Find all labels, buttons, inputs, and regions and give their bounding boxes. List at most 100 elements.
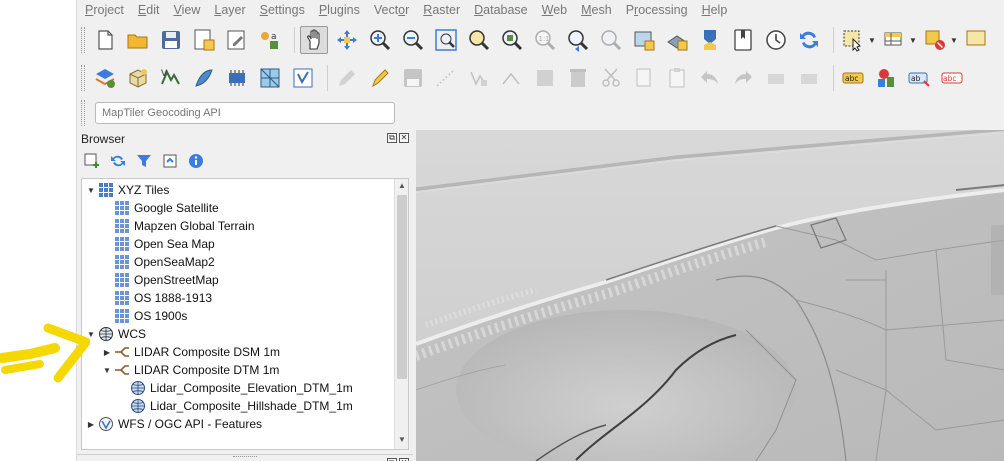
highlight-pinned-labels-icon[interactable]: abc bbox=[938, 64, 966, 92]
add-selected-layers-icon[interactable] bbox=[83, 152, 101, 170]
tree-item[interactable]: ▶ WFS / OGC API - Features bbox=[86, 415, 262, 433]
tree-item[interactable]: Lidar_Composite_Elevation_DTM_1m bbox=[118, 379, 353, 397]
zoom-native-icon[interactable]: 1:1 bbox=[531, 26, 559, 54]
new-shapefile-layer-icon[interactable]: V bbox=[157, 64, 185, 92]
new-temp-scratch-layer-icon[interactable] bbox=[289, 64, 317, 92]
float-panel-icon[interactable]: ⧉ bbox=[387, 133, 397, 143]
tree-item[interactable]: ▼ XYZ Tiles bbox=[86, 181, 169, 199]
zoom-out-icon[interactable] bbox=[399, 26, 427, 54]
menu-view[interactable]: View bbox=[173, 3, 200, 17]
refresh-icon[interactable] bbox=[109, 152, 127, 170]
data-source-manager-icon[interactable] bbox=[91, 64, 119, 92]
collapse-all-icon[interactable] bbox=[161, 152, 179, 170]
locator-search-input[interactable] bbox=[95, 102, 395, 124]
new-geopackage-layer-icon[interactable] bbox=[124, 64, 152, 92]
new-spatialite-layer-icon[interactable] bbox=[190, 64, 218, 92]
new-print-layout-icon[interactable] bbox=[190, 26, 218, 54]
menu-processing[interactable]: Processing bbox=[626, 3, 688, 17]
tree-item[interactable]: ▼ WCS bbox=[86, 325, 146, 343]
temporal-controller-icon[interactable] bbox=[696, 26, 724, 54]
toolbar-handle[interactable] bbox=[81, 27, 85, 53]
menu-web[interactable]: Web bbox=[542, 3, 567, 17]
chevron-down-icon[interactable]: ▼ bbox=[909, 36, 917, 45]
pan-map-icon[interactable] bbox=[300, 26, 328, 54]
scroll-up-icon[interactable]: ▲ bbox=[396, 181, 408, 193]
scroll-thumb[interactable] bbox=[397, 195, 407, 379]
tree-item[interactable]: Google Satellite bbox=[102, 199, 219, 217]
browser-tree[interactable]: ▲ ▼ ▼ XYZ Tiles Google Satellite Mapzen Glo… bbox=[81, 178, 409, 450]
deselect-icon[interactable] bbox=[921, 26, 949, 54]
refresh-icon[interactable] bbox=[795, 26, 823, 54]
style-manager-icon[interactable]: a bbox=[256, 26, 284, 54]
info-icon[interactable] bbox=[187, 152, 205, 170]
toolbar-handle[interactable] bbox=[81, 65, 85, 91]
scroll-down-icon[interactable]: ▼ bbox=[396, 435, 408, 447]
expanded-arrow-icon[interactable]: ▼ bbox=[102, 366, 112, 375]
layout-manager-icon[interactable] bbox=[223, 26, 251, 54]
menu-plugins[interactable]: Plugins bbox=[319, 3, 360, 17]
toggle-editing-icon[interactable] bbox=[366, 64, 394, 92]
zoom-to-layer-icon[interactable] bbox=[498, 26, 526, 54]
tree-item[interactable]: OpenStreetMap bbox=[102, 271, 219, 289]
bookmarks-icon[interactable] bbox=[729, 26, 757, 54]
layer-labeling-icon[interactable]: ab bbox=[905, 64, 933, 92]
collapsed-arrow-icon[interactable]: ▶ bbox=[102, 348, 112, 357]
paste-features-icon[interactable] bbox=[630, 64, 658, 92]
menu-database[interactable]: Database bbox=[474, 3, 528, 17]
tree-item[interactable]: OpenSeaMap2 bbox=[102, 253, 215, 271]
delete-selected-icon[interactable] bbox=[531, 64, 559, 92]
zoom-in-icon[interactable] bbox=[366, 26, 394, 54]
menu-help[interactable]: Help bbox=[702, 3, 728, 17]
collapsed-arrow-icon[interactable]: ▶ bbox=[86, 420, 96, 429]
panel-splitter[interactable]: ⧉ ✕ bbox=[77, 454, 413, 461]
save-project-icon[interactable] bbox=[157, 26, 185, 54]
tree-item[interactable]: Lidar_Composite_Hillshade_DTM_1m bbox=[118, 397, 353, 415]
rotate-icon[interactable] bbox=[762, 64, 790, 92]
copy-features-icon[interactable] bbox=[597, 64, 625, 92]
cut-features-icon[interactable] bbox=[564, 64, 592, 92]
zoom-next-icon[interactable] bbox=[597, 26, 625, 54]
tree-item[interactable]: Mapzen Global Terrain bbox=[102, 217, 255, 235]
measure-icon[interactable] bbox=[962, 26, 990, 54]
tree-scrollbar[interactable]: ▲ ▼ bbox=[394, 179, 408, 449]
new-map-view-icon[interactable] bbox=[630, 26, 658, 54]
zoom-full-icon[interactable] bbox=[432, 26, 460, 54]
simplify-icon[interactable] bbox=[795, 64, 823, 92]
menu-raster[interactable]: Raster bbox=[423, 3, 460, 17]
modify-attributes-icon[interactable] bbox=[498, 64, 526, 92]
menu-mesh[interactable]: Mesh bbox=[581, 3, 612, 17]
tree-item[interactable]: OS 1900s bbox=[102, 307, 187, 325]
new-3d-map-icon[interactable] bbox=[663, 26, 691, 54]
expanded-arrow-icon[interactable]: ▼ bbox=[86, 186, 96, 195]
open-project-icon[interactable] bbox=[124, 26, 152, 54]
tree-item[interactable]: ▼ LIDAR Composite DTM 1m bbox=[102, 361, 279, 379]
menu-layer[interactable]: Layer bbox=[214, 3, 245, 17]
chevron-down-icon[interactable]: ▼ bbox=[868, 36, 876, 45]
diagram-icon[interactable] bbox=[872, 64, 900, 92]
save-edits-icon[interactable] bbox=[399, 64, 427, 92]
menu-edit[interactable]: Edit bbox=[138, 3, 160, 17]
tree-item[interactable]: Open Sea Map bbox=[102, 235, 215, 253]
menu-vector[interactable]: Vector bbox=[374, 3, 409, 17]
show-bookmarks-icon[interactable] bbox=[762, 26, 790, 54]
label-toolbar-icon[interactable]: abc bbox=[839, 64, 867, 92]
zoom-to-selection-icon[interactable] bbox=[465, 26, 493, 54]
redo-icon[interactable] bbox=[729, 64, 757, 92]
new-virtual-layer-icon[interactable] bbox=[223, 64, 251, 92]
digitize-icon[interactable] bbox=[432, 64, 460, 92]
tree-item[interactable]: ▶ LIDAR Composite DSM 1m bbox=[102, 343, 280, 361]
undo-icon[interactable] bbox=[696, 64, 724, 92]
menu-project[interactable]: Project bbox=[85, 3, 124, 17]
toolbar-handle[interactable] bbox=[81, 100, 85, 126]
pan-to-selection-icon[interactable] bbox=[333, 26, 361, 54]
filter-icon[interactable] bbox=[135, 152, 153, 170]
select-features-icon[interactable] bbox=[839, 26, 867, 54]
clipboard-icon[interactable] bbox=[663, 64, 691, 92]
zoom-last-icon[interactable] bbox=[564, 26, 592, 54]
new-mesh-layer-icon[interactable] bbox=[256, 64, 284, 92]
map-canvas[interactable] bbox=[416, 130, 1004, 461]
current-edits-icon[interactable] bbox=[333, 64, 361, 92]
chevron-down-icon[interactable]: ▼ bbox=[950, 36, 958, 45]
tree-item[interactable]: OS 1888-1913 bbox=[102, 289, 212, 307]
expanded-arrow-icon[interactable]: ▼ bbox=[86, 330, 96, 339]
